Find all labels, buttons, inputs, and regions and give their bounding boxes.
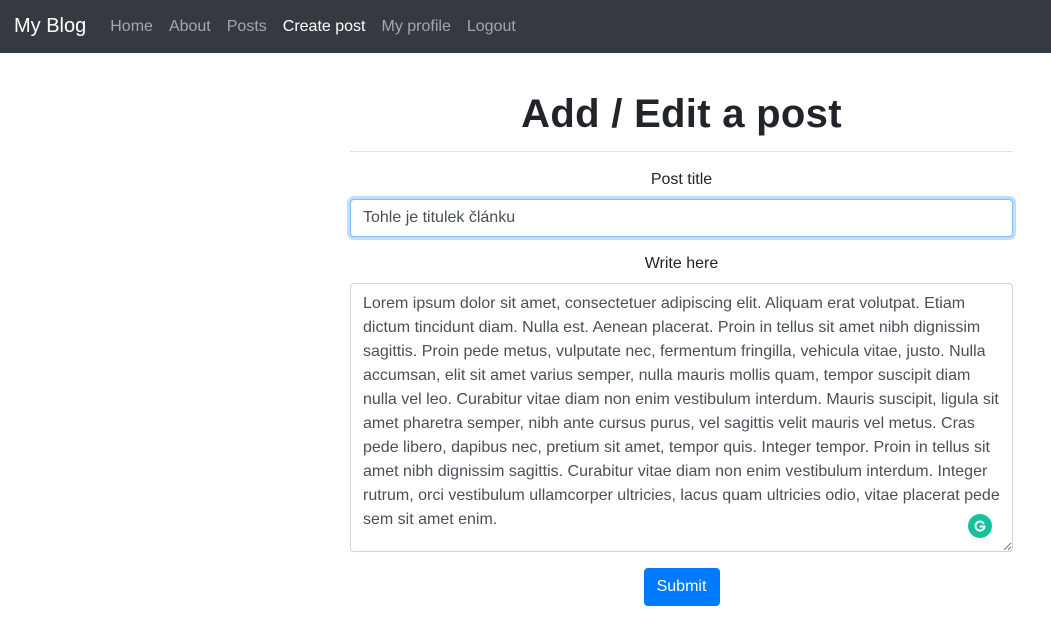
- top-navbar: My Blog Home About Posts Create post My …: [0, 0, 1051, 53]
- nav-link-logout[interactable]: Logout: [467, 18, 516, 36]
- nav-link-posts[interactable]: Posts: [227, 18, 267, 36]
- brand-link[interactable]: My Blog: [14, 15, 86, 38]
- page-title: Add / Edit a post: [521, 92, 842, 136]
- nav-link-create-post[interactable]: Create post: [283, 18, 366, 36]
- post-title-input[interactable]: [350, 199, 1013, 237]
- post-title-label: Post title: [650, 171, 713, 188]
- nav-link-my-profile[interactable]: My profile: [381, 18, 450, 36]
- post-form-container: Add / Edit a post Post title Write here …: [350, 53, 1013, 606]
- post-body-label: Write here: [644, 255, 719, 272]
- title-divider: [350, 151, 1013, 152]
- post-body-wrapper: Lorem ipsum dolor sit amet, consectetuer…: [350, 283, 1013, 552]
- submit-button[interactable]: Submit: [643, 568, 720, 606]
- nav-link-about[interactable]: About: [169, 18, 211, 36]
- grammarly-icon[interactable]: [968, 514, 992, 538]
- nav-link-home[interactable]: Home: [110, 18, 153, 36]
- post-body-textarea[interactable]: Lorem ipsum dolor sit amet, consectetuer…: [350, 283, 1013, 552]
